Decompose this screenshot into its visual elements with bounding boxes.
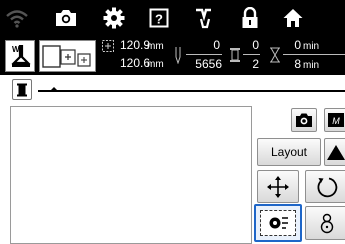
move-arrows-icon xyxy=(267,175,289,198)
settings-pattern-icon xyxy=(269,217,288,229)
memory-icon: M xyxy=(328,113,344,127)
pattern-width-value: 120.9 xyxy=(120,38,151,52)
stitch-current: 0 xyxy=(213,38,220,52)
help-icon[interactable]: ? xyxy=(144,3,174,33)
time-fraction-line xyxy=(283,54,345,55)
rotate-button[interactable] xyxy=(305,170,345,203)
needle-icon xyxy=(173,46,183,69)
basting-icon xyxy=(320,213,333,234)
stitch-total: 5656 xyxy=(195,57,222,71)
time-current: 0 xyxy=(294,38,301,52)
svg-text:M: M xyxy=(332,116,340,126)
camera-icon[interactable] xyxy=(51,3,81,33)
layout-button[interactable]: Layout xyxy=(257,138,321,166)
color-total: 2 xyxy=(252,57,259,71)
time-unit-top: min xyxy=(303,41,320,52)
color-fraction-line xyxy=(243,54,260,55)
wifi-icon[interactable] xyxy=(2,3,32,33)
home-icon[interactable] xyxy=(278,3,308,33)
lock-icon[interactable] xyxy=(235,3,265,33)
hands-free-icon[interactable] xyxy=(190,3,220,33)
triangle-icon xyxy=(327,145,345,160)
pattern-size-icon xyxy=(101,39,115,58)
stitch-fraction-line xyxy=(186,54,222,55)
presser-foot-icon: W xyxy=(11,45,31,67)
svg-text:?: ? xyxy=(155,12,163,27)
memory-button[interactable]: M xyxy=(324,108,345,132)
basting-button[interactable] xyxy=(305,206,345,240)
gear-icon[interactable] xyxy=(99,3,129,33)
layout-button-label: Layout xyxy=(270,145,308,159)
svg-text:W: W xyxy=(12,45,20,54)
color-current: 0 xyxy=(252,38,259,52)
camera-scan-button[interactable] xyxy=(291,108,317,132)
thread-position-marker xyxy=(50,87,58,91)
system-bar: ? xyxy=(0,0,345,35)
pattern-width-unit: mm xyxy=(147,41,164,52)
rotate-icon xyxy=(316,177,337,197)
thread-spool-icon xyxy=(17,83,27,96)
pattern-height-value: 120.6 xyxy=(120,56,151,70)
thread-progress-bar xyxy=(38,90,345,92)
presser-foot-button[interactable]: W xyxy=(5,40,35,72)
camera-icon xyxy=(296,113,312,127)
embroidery-preview-area[interactable] xyxy=(10,106,252,244)
time-unit-bottom: min xyxy=(303,60,320,71)
move-button[interactable] xyxy=(257,170,299,203)
embroidery-frame-icon xyxy=(42,45,91,68)
selection-frame xyxy=(260,210,296,236)
embroidery-settings-button[interactable] xyxy=(254,204,302,242)
thread-color-button[interactable] xyxy=(12,79,32,100)
embroidery-frame-button[interactable] xyxy=(39,40,96,72)
pattern-height-unit: mm xyxy=(147,59,164,70)
thread-color-icon xyxy=(229,47,241,68)
edit-button[interactable] xyxy=(324,138,345,166)
time-total: 8 xyxy=(294,57,301,71)
embroidery-info-bar: W 120.9 mm 120.6 mm 0 5656 0 2 0 8 min m… xyxy=(0,35,345,75)
hourglass-icon xyxy=(269,47,281,68)
